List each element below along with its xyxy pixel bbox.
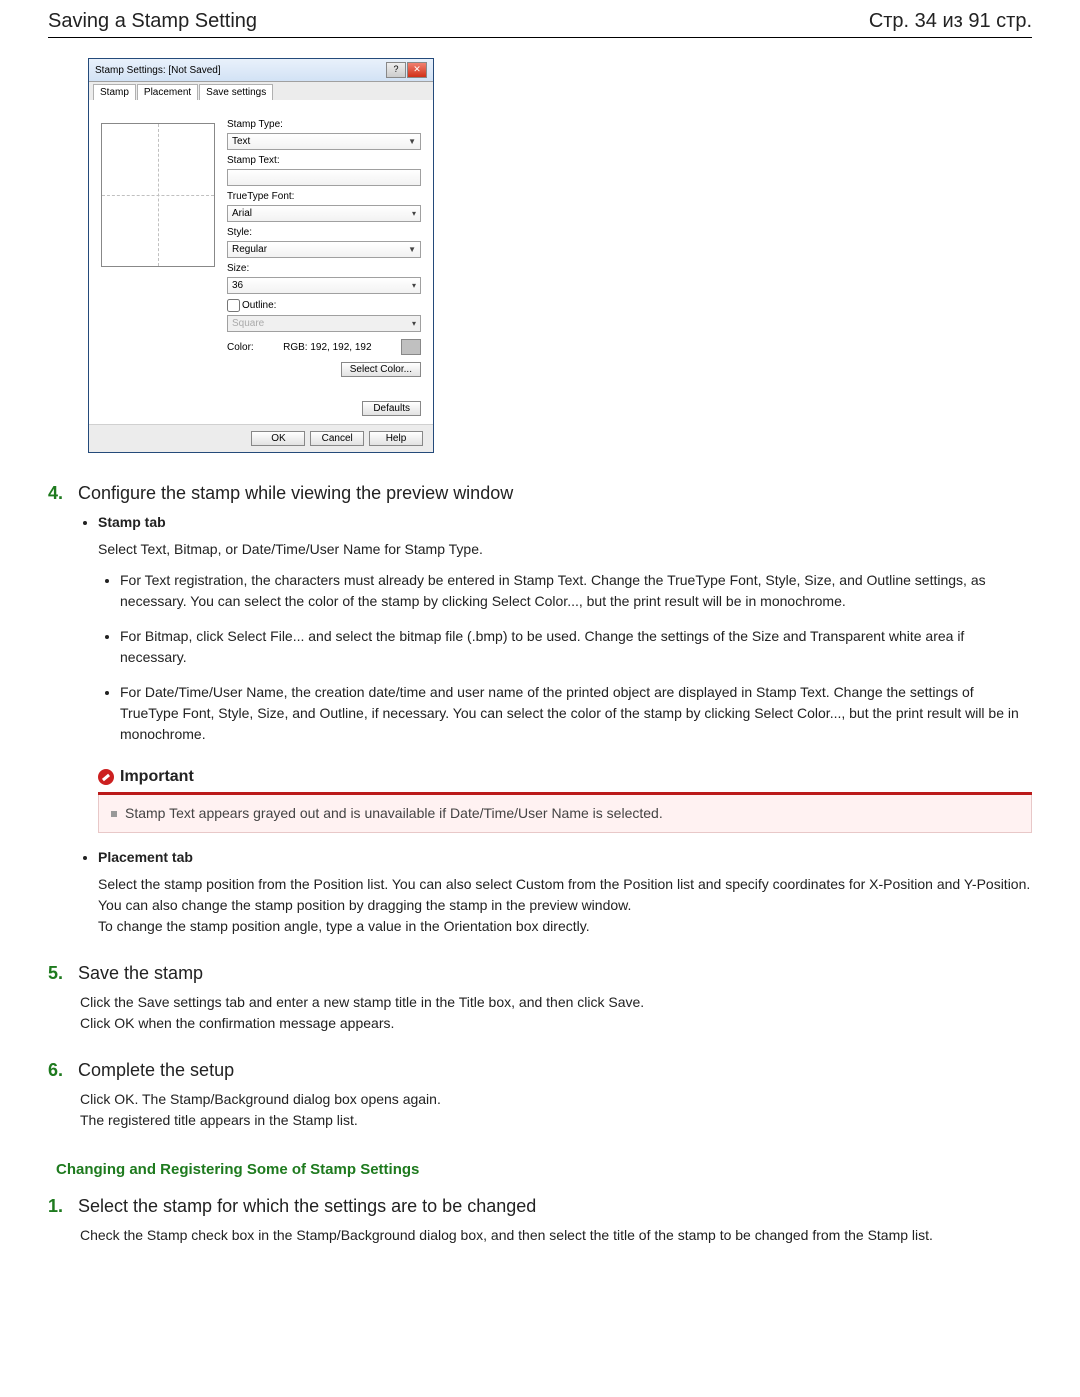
stamp-tab-bullet-datetime: For Date/Time/User Name, the creation da… — [120, 682, 1032, 745]
step-title: Complete the setup — [78, 1060, 234, 1081]
size-select[interactable]: 36▾ — [227, 277, 421, 294]
chevron-down-icon: ▼ — [408, 245, 416, 254]
step5-p2: Click OK when the confirmation message a… — [80, 1013, 1032, 1034]
cancel-button[interactable]: Cancel — [310, 431, 364, 446]
stamp-text-input[interactable] — [227, 169, 421, 186]
outline-select: Square▾ — [227, 315, 421, 332]
step5-p1: Click the Save settings tab and enter a … — [80, 992, 1032, 1013]
step-number: 4. — [48, 483, 70, 504]
page-title: Saving a Stamp Setting — [48, 10, 257, 33]
bullet-icon — [111, 811, 117, 817]
stamp-type-select[interactable]: Text▼ — [227, 133, 421, 150]
stamp-tab-bullet-text: For Text registration, the characters mu… — [120, 570, 1032, 612]
stamp-tab-intro: Select Text, Bitmap, or Date/Time/User N… — [98, 539, 1032, 560]
page-number: Стр. 34 из 91 стр. — [869, 10, 1032, 33]
close-icon[interactable]: ✕ — [407, 62, 427, 78]
stamp-type-label: Stamp Type: — [227, 119, 421, 130]
step6-p2: The registered title appears in the Stam… — [80, 1110, 1032, 1131]
outline-checkbox[interactable] — [227, 299, 240, 312]
chevron-down-icon: ▼ — [408, 137, 416, 146]
color-swatch — [401, 339, 421, 355]
color-label: Color: — [227, 342, 254, 353]
size-label: Size: — [227, 263, 421, 274]
select-color-button[interactable]: Select Color... — [341, 362, 421, 377]
placement-p3: To change the stamp position angle, type… — [98, 916, 1032, 937]
dialog-title: Stamp Settings: [Not Saved] — [95, 65, 221, 76]
outline-label: Outline: — [227, 299, 421, 312]
step-number: 1. — [48, 1196, 70, 1217]
stamp-preview — [101, 123, 215, 267]
font-select[interactable]: Arial▾ — [227, 205, 421, 222]
chevron-down-icon: ▾ — [412, 209, 416, 218]
color-rgb-value: RGB: 192, 192, 192 — [283, 342, 371, 353]
step-title: Save the stamp — [78, 963, 203, 984]
help-icon[interactable]: ? — [386, 62, 406, 78]
tab-stamp[interactable]: Stamp — [93, 84, 136, 100]
chevron-down-icon: ▾ — [412, 281, 416, 290]
stamp-text-label: Stamp Text: — [227, 155, 421, 166]
placement-p2: You can also change the stamp position b… — [98, 895, 1032, 916]
defaults-button[interactable]: Defaults — [362, 401, 421, 416]
step6-p1: Click OK. The Stamp/Background dialog bo… — [80, 1089, 1032, 1110]
important-icon — [98, 769, 114, 785]
section-heading: Changing and Registering Some of Stamp S… — [56, 1161, 1032, 1178]
important-label: Important — [120, 765, 194, 789]
chevron-down-icon: ▾ — [412, 319, 416, 328]
font-label: TrueType Font: — [227, 191, 421, 202]
ok-button[interactable]: OK — [251, 431, 305, 446]
placement-p1: Select the stamp position from the Posit… — [98, 874, 1032, 895]
dialog-titlebar: Stamp Settings: [Not Saved] ? ✕ — [89, 59, 433, 82]
stamp-settings-dialog: Stamp Settings: [Not Saved] ? ✕ Stamp Pl… — [88, 58, 434, 453]
stamp-tab-bullet-bitmap: For Bitmap, click Select File... and sel… — [120, 626, 1032, 668]
step-title: Select the stamp for which the settings … — [78, 1196, 536, 1217]
stamp-tab-heading: Stamp tab — [98, 514, 166, 530]
step-number: 6. — [48, 1060, 70, 1081]
stepb1-body: Check the Stamp check box in the Stamp/B… — [80, 1225, 1032, 1246]
step-title: Configure the stamp while viewing the pr… — [78, 483, 513, 504]
help-button[interactable]: Help — [369, 431, 423, 446]
step-number: 5. — [48, 963, 70, 984]
tab-save-settings[interactable]: Save settings — [199, 84, 273, 100]
style-select[interactable]: Regular▼ — [227, 241, 421, 258]
important-text: Stamp Text appears grayed out and is una… — [125, 805, 663, 821]
placement-tab-heading: Placement tab — [98, 849, 193, 865]
tab-placement[interactable]: Placement — [137, 84, 198, 100]
style-label: Style: — [227, 227, 421, 238]
important-box: Important Stamp Text appears grayed out … — [98, 765, 1032, 833]
